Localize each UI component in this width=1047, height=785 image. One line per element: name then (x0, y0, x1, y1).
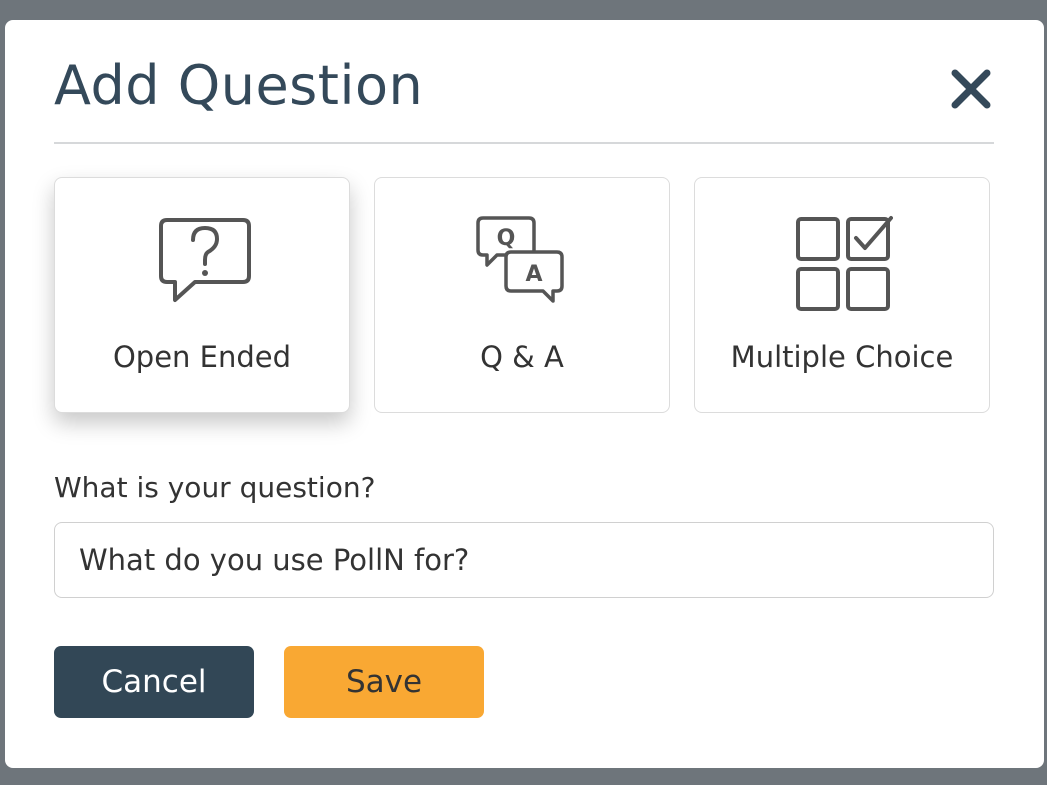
title-divider (54, 142, 994, 144)
card-label: Open Ended (112, 340, 292, 374)
cancel-button[interactable]: Cancel (54, 646, 254, 718)
checkbox-grid-icon (796, 216, 893, 311)
svg-text:Q: Q (497, 226, 516, 251)
card-label: Q & A (480, 340, 564, 374)
question-type-multiple-choice[interactable]: Multiple Choice (694, 177, 990, 413)
question-type-open-ended[interactable]: Open Ended (54, 177, 350, 413)
add-question-modal: Add Question Open Ended Q A Q & A Multip… (5, 20, 1044, 768)
question-bubble-icon (159, 218, 251, 302)
card-label: Multiple Choice (730, 340, 954, 374)
save-button[interactable]: Save (284, 646, 484, 718)
qa-bubbles-icon: Q A (476, 216, 564, 303)
close-button[interactable] (949, 67, 993, 111)
modal-title: Add Question (54, 54, 424, 117)
svg-text:A: A (525, 262, 542, 287)
question-input[interactable] (54, 522, 994, 598)
close-icon (951, 69, 991, 109)
question-field-label: What is your question? (54, 471, 376, 504)
question-type-qa[interactable]: Q A Q & A (374, 177, 670, 413)
